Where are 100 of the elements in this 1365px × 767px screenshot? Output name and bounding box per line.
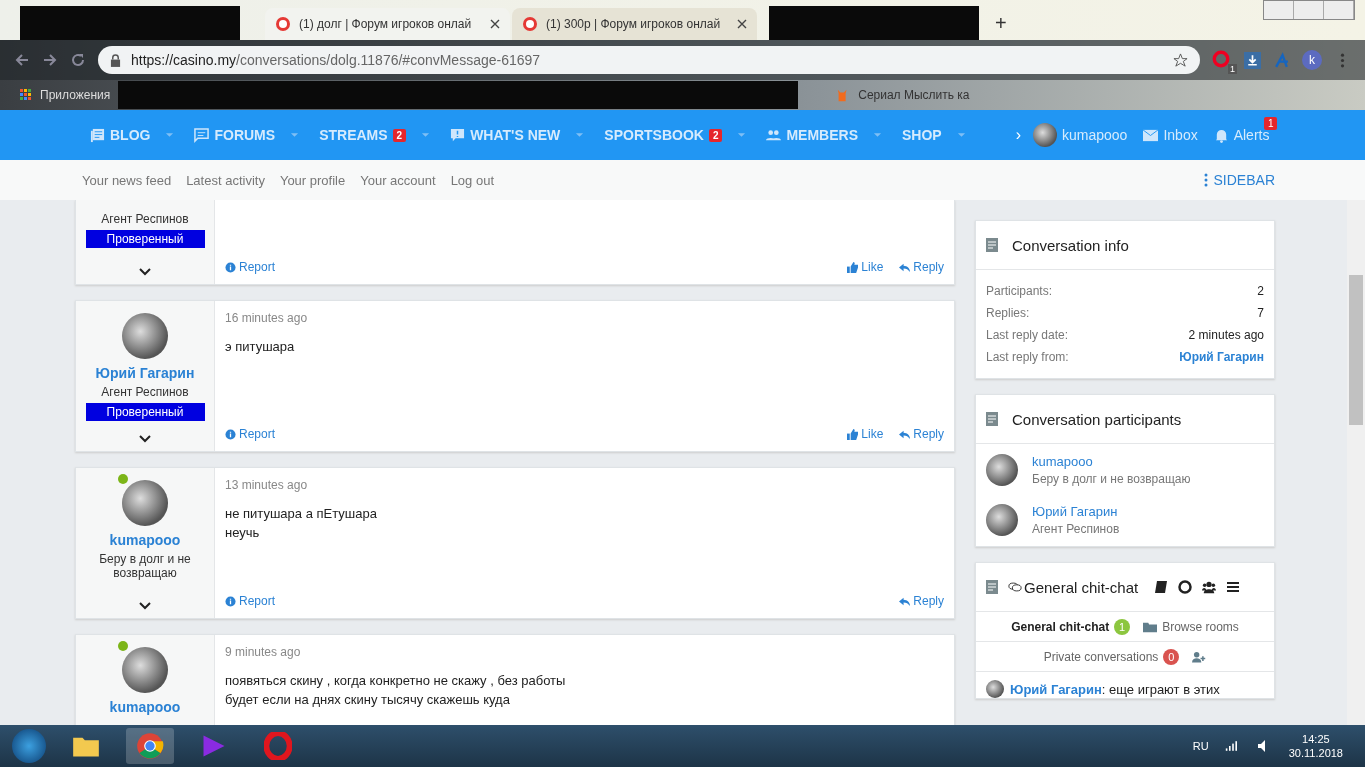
bookmark-link[interactable]: Сериал Мыслить ка <box>858 88 970 102</box>
profile-avatar[interactable]: k <box>1302 50 1322 70</box>
avatar[interactable] <box>122 313 168 359</box>
subnav-link[interactable]: Your news feed <box>82 172 172 188</box>
start-button[interactable] <box>12 729 46 763</box>
chat-title: General chit-chat <box>1024 578 1139 596</box>
report-link[interactable]: Report <box>225 594 276 608</box>
reload-icon[interactable] <box>70 52 86 68</box>
room-tab[interactable]: General chit-chat <box>1011 619 1110 634</box>
nav-tab[interactable]: WHAT'S NEW <box>450 127 585 143</box>
reply-link[interactable]: Reply <box>899 427 944 441</box>
message-text: будет если на днях скину тысячу скажешь куда <box>225 691 511 709</box>
verified-badge: Проверенный <box>85 403 205 421</box>
avatar[interactable] <box>986 454 1018 486</box>
download-icon[interactable] <box>1244 51 1261 69</box>
nav-tab[interactable]: MEMBERS <box>766 127 882 143</box>
subnav-link[interactable]: Your profile <box>279 172 346 188</box>
sidebar-toggle[interactable]: SIDEBAR <box>1203 172 1275 188</box>
scrollbar[interactable] <box>1347 200 1365 725</box>
forward-icon[interactable] <box>42 52 58 68</box>
author-name[interactable]: Юрий Гагарин <box>95 365 195 381</box>
chevron-down-icon[interactable] <box>139 268 151 276</box>
inbox-link[interactable]: Inbox <box>1143 127 1198 143</box>
language-indicator[interactable]: RU <box>1192 740 1209 752</box>
message-time: 9 minutes ago <box>225 645 302 659</box>
user-title: Агент Респинов <box>1032 522 1120 536</box>
browser-tab[interactable]: (1) 300р | Форум игроков онлай <box>512 8 757 40</box>
avatar[interactable] <box>122 647 168 693</box>
address-bar[interactable]: https://casino.my/conversations/dolg.11876/#convMessage-61697 <box>98 46 1200 74</box>
subnav-link[interactable]: Log out <box>450 172 494 188</box>
subnav-link[interactable]: Latest activity <box>186 172 265 188</box>
reply-link[interactable]: Reply <box>899 594 944 608</box>
info-icon <box>225 261 236 273</box>
alerts-link[interactable]: Alerts <box>1213 127 1270 143</box>
message-text: неучь <box>225 524 261 542</box>
close-icon[interactable] <box>490 19 500 29</box>
reply-arrow-icon <box>899 428 911 440</box>
avatar[interactable] <box>986 504 1018 536</box>
message-time: 16 minutes ago <box>225 311 309 325</box>
nav-tab[interactable]: FORUMS <box>194 127 300 143</box>
nav-more[interactable]: › <box>1015 126 1022 144</box>
user-link[interactable]: Юрий Гагарин <box>1179 346 1264 368</box>
chat-bubbles-icon <box>1008 580 1022 594</box>
apps-grid-icon[interactable] <box>20 89 32 101</box>
browser-icon[interactable] <box>126 728 174 764</box>
document-icon <box>986 580 998 594</box>
users-icon <box>766 127 782 143</box>
info-value: 2 minutes ago <box>1188 327 1264 344</box>
user-menu[interactable]: kumapooo <box>1033 123 1128 147</box>
participant-name[interactable]: Юрий Гагарин <box>1032 504 1120 519</box>
private-conversations-link[interactable]: Private conversations <box>1043 649 1159 664</box>
book-icon[interactable] <box>1154 580 1169 594</box>
thumbs-up-icon <box>847 261 859 273</box>
add-user-icon[interactable] <box>1192 649 1207 664</box>
reply-arrow-icon <box>899 595 911 607</box>
thumbs-up-icon <box>847 428 859 440</box>
clock[interactable]: 14:25 30.11.2018 <box>1288 732 1343 760</box>
close-icon[interactable] <box>737 19 747 29</box>
user-title: Беру в долг и не возвращаю <box>1032 472 1191 486</box>
author-name[interactable]: kumapooo <box>109 532 181 548</box>
report-link[interactable]: Report <box>225 260 276 274</box>
block-title: Conversation participants <box>1012 410 1182 428</box>
count-badge: 1 <box>1263 117 1278 130</box>
count-badge: 0 <box>1163 648 1180 665</box>
avatar[interactable] <box>122 480 168 526</box>
participant-name[interactable]: kumapooo <box>1032 454 1191 469</box>
window-controls[interactable] <box>1263 0 1355 20</box>
back-icon[interactable] <box>14 52 30 68</box>
chevron-down-icon[interactable] <box>139 602 151 610</box>
browser-tab[interactable]: (1) долг | Форум игроков онлай <box>265 8 510 40</box>
subnav-link[interactable]: Your account <box>360 172 436 188</box>
menu-icon[interactable] <box>1226 580 1241 594</box>
nav-tab[interactable]: BLOG <box>90 127 175 143</box>
nav-tab[interactable]: SHOP <box>902 127 966 143</box>
info-label: Last reply from: <box>986 349 1069 366</box>
vertical-dots-icon <box>1203 173 1208 187</box>
nav-tab[interactable]: SPORTSBOOK 2 <box>604 127 747 143</box>
reply-link[interactable]: Reply <box>899 260 944 274</box>
browse-rooms-link[interactable]: Browse rooms <box>1162 619 1239 634</box>
chat-message: Юрий Гагарин: еще играют в этих <box>1010 681 1220 697</box>
info-value: 2 <box>1257 283 1264 300</box>
report-link[interactable]: Report <box>225 427 276 441</box>
message-text: не питушара а пЕтушара <box>225 505 378 523</box>
bookmark-link[interactable]: Приложения <box>40 88 111 102</box>
users-icon[interactable] <box>1202 580 1217 594</box>
lifebuoy-icon[interactable] <box>1178 580 1193 594</box>
count-badge: 2 <box>708 128 723 142</box>
author-name[interactable]: kumapooo <box>109 699 181 715</box>
verified-badge: Проверенный <box>85 230 205 248</box>
avatar <box>986 680 1004 698</box>
info-label: Last reply date: <box>986 327 1069 344</box>
user-title: Агент Респинов <box>101 385 189 399</box>
like-link[interactable]: Like <box>847 260 884 274</box>
nav-tab[interactable]: STREAMS 2 <box>319 127 431 143</box>
chevron-down-icon[interactable] <box>139 435 151 443</box>
user-title: Агент Респинов <box>101 212 189 226</box>
poker-chip-icon <box>275 16 291 32</box>
newspaper-icon <box>90 127 105 143</box>
new-tab-button[interactable]: + <box>989 11 1013 36</box>
like-link[interactable]: Like <box>847 427 884 441</box>
